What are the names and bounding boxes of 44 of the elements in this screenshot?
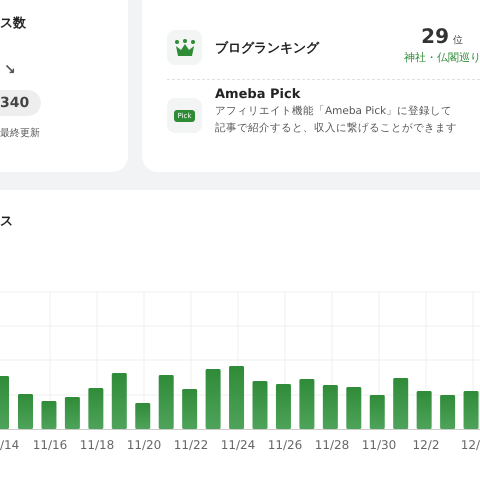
trend-arrow: ↘: [4, 62, 16, 78]
category-link[interactable]: 神社・仏閣巡り: [404, 50, 480, 65]
count-badge: 340: [0, 90, 42, 116]
bar: [135, 403, 150, 429]
ranking-label: ブログランキング: [215, 40, 320, 56]
bar: [252, 381, 268, 429]
bar: [206, 369, 221, 429]
card-title: ス数: [0, 15, 26, 32]
crown-icon: [167, 30, 202, 65]
axis-label: 11/28: [314, 438, 350, 452]
chart-title: ス: [0, 213, 14, 230]
rank-number: 29: [421, 24, 449, 48]
axis-label: 11/30: [362, 438, 396, 452]
bar: [370, 395, 385, 429]
bar: [182, 389, 198, 429]
bar: [18, 394, 33, 429]
bar: [393, 378, 408, 429]
axis-label: 11/18: [80, 438, 114, 452]
bar: [229, 366, 244, 429]
bar: [276, 384, 291, 429]
bar: [158, 375, 174, 429]
pick-title: Ameba Pick: [215, 87, 302, 102]
bar: [346, 387, 362, 429]
bar: [88, 388, 104, 429]
axis-label: 12/2: [412, 438, 440, 452]
rank-unit: 位: [453, 34, 463, 47]
updated-text: 最終更新: [0, 126, 40, 140]
axis-label: 11/26: [268, 438, 302, 452]
axis-label: 11/16: [32, 438, 68, 452]
axis-label: 12/: [460, 438, 480, 452]
bar: [464, 391, 479, 429]
bar: [64, 397, 80, 429]
bar: [112, 373, 127, 429]
bar: [440, 395, 456, 429]
bar: [299, 379, 314, 429]
axis-label: 11/22: [174, 438, 208, 452]
bar: [41, 401, 56, 429]
axis-label: /14: [0, 438, 20, 452]
axis-label: 11/24: [220, 438, 256, 452]
bar: [0, 376, 9, 429]
bar: [416, 391, 432, 429]
bar: [322, 385, 338, 429]
pick-description: アフィリエイト機能「Ameba Pick」に登録して 記事で紹介すると、収入に繋げることができます: [215, 104, 457, 136]
axis-label: 11/20: [126, 438, 162, 452]
